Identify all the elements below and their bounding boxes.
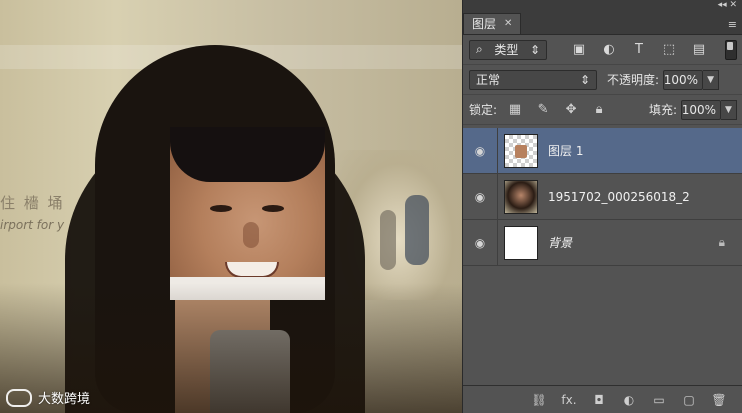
lock-icons: ▦ ✎ ✥ 🔒︎ bbox=[507, 102, 607, 118]
mouth bbox=[225, 262, 279, 278]
shape-filter-icon[interactable]: ⬚ bbox=[661, 42, 677, 58]
sign-text-en: irport for y bbox=[0, 218, 65, 232]
layer-name: 1951702_000256018_2 bbox=[548, 189, 690, 204]
adjustment-filter-icon[interactable]: ◐ bbox=[601, 42, 617, 58]
background-person bbox=[380, 210, 396, 270]
panel-title-strip: ◂◂ ✕ bbox=[463, 0, 742, 12]
lock-row: 锁定: ▦ ✎ ✥ 🔒︎ 填充: 100% ▼ bbox=[463, 95, 742, 125]
link-icon[interactable]: ⛓ bbox=[531, 393, 547, 407]
sign-text: 住 檣 埇 bbox=[0, 194, 65, 212]
filter-icons: ▣ ◐ T ⬚ ▤ bbox=[571, 42, 707, 58]
opacity-dropdown-icon[interactable]: ▼ bbox=[703, 69, 720, 90]
fill-dropdown-icon[interactable]: ▼ bbox=[721, 99, 737, 120]
layers-panel: ◂◂ ✕ 图层 ✕ ≡ ⌕ 类型 ⇕ ▣ ◐ T ⬚ ▤ 正常 ⇕ 不透明度: … bbox=[462, 0, 742, 413]
lock-pixels-icon[interactable]: ✎ bbox=[535, 102, 551, 118]
layer-thumbnail bbox=[504, 225, 538, 260]
text-filter-icon[interactable]: T bbox=[631, 42, 647, 58]
opacity-field[interactable]: 100% bbox=[663, 69, 704, 90]
blend-row: 正常 ⇕ 不透明度: 100% ▼ bbox=[463, 65, 742, 95]
face-hair bbox=[170, 127, 325, 182]
panel-menu-icon[interactable]: ≡ bbox=[728, 18, 737, 31]
search-icon: ⌕ bbox=[476, 42, 483, 56]
fill-field[interactable]: 100% bbox=[681, 99, 721, 120]
lock-all-icon[interactable]: 🔒︎ bbox=[591, 102, 607, 118]
adjustment-icon[interactable]: ◐ bbox=[621, 393, 637, 407]
watermark: 大数跨境 bbox=[6, 388, 90, 407]
fx-icon[interactable]: fx. bbox=[561, 393, 577, 407]
filter-toggle[interactable] bbox=[725, 39, 737, 60]
layer-thumbnail bbox=[504, 133, 538, 168]
eye-icon[interactable]: ◉ bbox=[463, 220, 498, 265]
trash-icon[interactable]: 🗑︎ bbox=[711, 393, 727, 407]
eye bbox=[210, 205, 232, 212]
lock-icon: 🔒︎ bbox=[718, 235, 725, 249]
watermark-text: 大数跨境 bbox=[38, 392, 91, 407]
lock-label: 锁定: bbox=[469, 103, 498, 117]
layer-row[interactable]: ◉ 图层 1 bbox=[463, 128, 742, 174]
face-layer-overlay bbox=[170, 127, 325, 300]
eye bbox=[262, 205, 284, 212]
background-person bbox=[405, 195, 429, 265]
eye-icon[interactable]: ◉ bbox=[463, 174, 498, 219]
new-layer-icon[interactable]: ▢ bbox=[681, 393, 697, 407]
filter-row: ⌕ 类型 ⇕ ▣ ◐ T ⬚ ▤ bbox=[463, 35, 742, 65]
nose bbox=[243, 222, 259, 248]
layer-name: 图层 1 bbox=[548, 144, 584, 158]
tab-layers-label: 图层 bbox=[472, 17, 497, 31]
fill-label: 填充: bbox=[648, 103, 677, 117]
photoshop-window: 住 檣 埇 irport for y 大数跨境 ◂◂ ✕ 图层 ✕ ≡ ⌕ 类型… bbox=[0, 0, 742, 413]
smart-object-filter-icon[interactable]: ▤ bbox=[691, 42, 707, 58]
image-filter-icon[interactable]: ▣ bbox=[571, 42, 587, 58]
layer-row[interactable]: ◉ 背景 🔒︎ bbox=[463, 220, 742, 266]
blend-mode-label: 正常 bbox=[476, 73, 501, 87]
layer-name: 背景 bbox=[548, 236, 573, 250]
lock-position-icon[interactable]: ✥ bbox=[563, 102, 579, 118]
chevron-updown-icon: ⇕ bbox=[579, 72, 590, 87]
layer-row[interactable]: ◉ 1951702_000256018_2 bbox=[463, 174, 742, 220]
panel-bottom-toolbar: ⛓ fx. ◘ ◐ ▭ ▢ 🗑︎ bbox=[463, 385, 742, 413]
watermark-logo-icon bbox=[6, 388, 32, 407]
lock-transparency-icon[interactable]: ▦ bbox=[507, 102, 523, 118]
collapse-icon[interactable]: ◂◂ ✕ bbox=[718, 0, 737, 10]
filter-select[interactable]: ⌕ 类型 ⇕ bbox=[469, 39, 547, 60]
mask-icon[interactable]: ◘ bbox=[591, 393, 607, 407]
tab-layers[interactable]: 图层 ✕ bbox=[463, 13, 522, 34]
folder-icon[interactable]: ▭ bbox=[651, 393, 667, 407]
blend-mode-select[interactable]: 正常 ⇕ bbox=[469, 69, 597, 90]
close-icon[interactable]: ✕ bbox=[504, 14, 512, 34]
layers-list: ◉ 图层 1 ◉ 1951702_000256018_2 ◉ 背景 🔒︎ bbox=[463, 128, 742, 384]
chevron-updown-icon: ⇕ bbox=[529, 42, 540, 57]
panel-tabbar: 图层 ✕ ≡ bbox=[463, 12, 742, 35]
image-canvas[interactable]: 住 檣 埇 irport for y 大数跨境 bbox=[0, 0, 462, 413]
eye-icon[interactable]: ◉ bbox=[463, 128, 498, 173]
filter-select-label: 类型 bbox=[494, 43, 519, 57]
layer-thumbnail bbox=[504, 179, 538, 214]
opacity-label: 不透明度: bbox=[607, 73, 660, 87]
